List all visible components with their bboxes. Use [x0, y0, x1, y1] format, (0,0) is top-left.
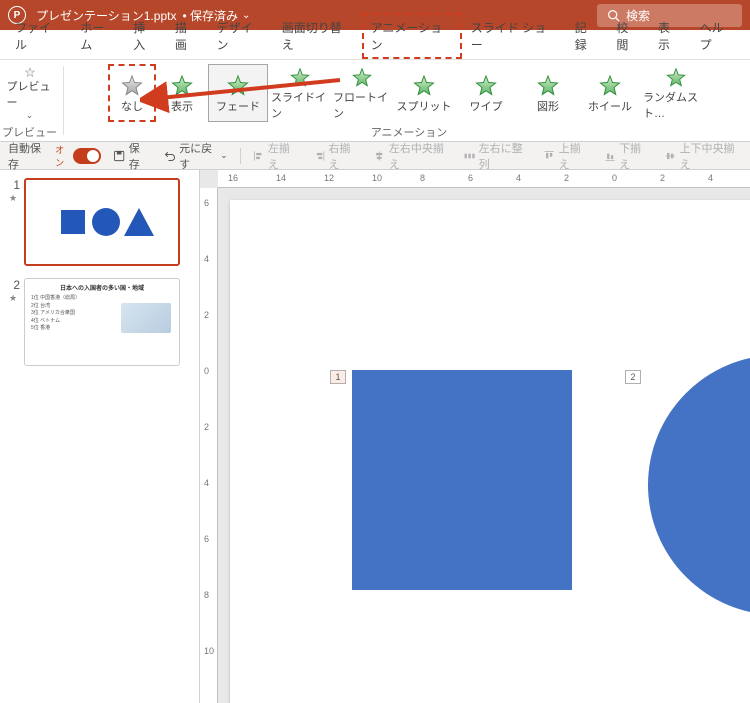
shape-square[interactable] — [352, 370, 572, 590]
tab-design[interactable]: デザイン — [208, 13, 273, 59]
align-center-v-button: 上下中央揃え — [660, 138, 742, 174]
animation-wipe-label: ワイプ — [470, 98, 503, 114]
animation-group-label: アニメーション — [371, 122, 448, 140]
vertical-ruler: 6420246810 — [200, 188, 218, 703]
align-bottom-icon — [604, 149, 616, 163]
align-top-icon — [543, 149, 555, 163]
align-center-h-button: 左右中央揃え — [369, 138, 451, 174]
tab-draw[interactable]: 描画 — [166, 13, 208, 59]
animation-slidein-label: スライドイン — [271, 89, 329, 121]
thumb-number: 1 — [6, 178, 20, 192]
star-icon — [226, 74, 250, 98]
slide-canvas[interactable]: 1 2 — [230, 200, 750, 703]
undo-button[interactable]: 元に戻す ⌄ — [160, 138, 232, 174]
animation-wipe-button[interactable]: ワイプ — [456, 64, 516, 122]
animation-fade-label: フェード — [216, 98, 260, 114]
separator — [240, 148, 241, 164]
tab-home[interactable]: ホーム — [71, 13, 124, 59]
main-area: 1 ★ 2 ★ 日本への入国者の多い国・地域 1位 中国香港（総局）2位 台湾3… — [0, 170, 750, 703]
animation-appear-label: 表示 — [171, 98, 193, 114]
align-center-h-icon — [373, 149, 385, 163]
autosave-on-label: オン — [55, 143, 71, 169]
animation-none-button[interactable]: なし — [108, 64, 156, 122]
animation-wheel-label: ホイール — [588, 98, 632, 114]
animation-wheel-button[interactable]: ホイール — [580, 64, 640, 122]
star-icon — [412, 74, 436, 98]
align-right-button: 右揃え — [309, 138, 361, 174]
canvas-area: 161412108642024 6420246810 1 2 — [200, 170, 750, 703]
align-distribute-h-button: 左右に整列 — [459, 138, 531, 174]
align-right-icon — [313, 149, 325, 163]
animation-randombars-label: ランダムスト… — [643, 89, 709, 121]
slide-thumbnail-1[interactable] — [24, 178, 180, 266]
tab-slideshow[interactable]: スライド ショー — [462, 13, 566, 59]
animation-fade-button[interactable]: フェード — [208, 64, 268, 122]
star-icon — [536, 74, 560, 98]
tab-review[interactable]: 校閲 — [607, 13, 649, 59]
tab-file[interactable]: ファイル — [6, 13, 71, 59]
animation-shape-label: 図形 — [537, 98, 559, 114]
animation-tag-2[interactable]: 2 — [625, 370, 641, 384]
align-center-v-icon — [664, 149, 676, 163]
chevron-down-icon: ⌄ — [26, 110, 34, 121]
star-icon — [288, 67, 312, 89]
animation-floatin-button[interactable]: フロートイン — [332, 64, 392, 122]
quickbar: 自動保存 オン 保存 元に戻す ⌄ 左揃え 右揃え 左右中央揃え 左右に整列 上… — [0, 142, 750, 170]
align-top-button: 上揃え — [539, 138, 591, 174]
star-icon — [598, 74, 622, 98]
tab-record[interactable]: 記録 — [566, 13, 608, 59]
slide-thumbnail-2[interactable]: 日本への入国者の多い国・地域 1位 中国香港（総局）2位 台湾3位 アメリカ合衆… — [24, 278, 180, 366]
animation-split-label: スプリット — [397, 98, 452, 114]
star-icon — [18, 67, 42, 78]
align-bottom-button: 下揃え — [600, 138, 652, 174]
ribbon-tabs: ファイル ホーム 挿入 描画 デザイン 画面切り替え アニメーション スライド … — [0, 30, 750, 60]
undo-icon — [164, 149, 176, 163]
star-icon — [350, 67, 374, 89]
star-icon — [474, 74, 498, 98]
animation-none-label: なし — [121, 98, 143, 114]
animation-slidein-button[interactable]: スライドイン — [270, 64, 330, 122]
preview-group-label: プレビュー — [2, 122, 57, 140]
animation-star-icon: ★ — [9, 293, 17, 304]
star-icon — [664, 67, 688, 89]
tab-view[interactable]: 表示 — [649, 13, 691, 59]
star-icon — [120, 74, 144, 98]
ribbon: プレビュー ⌄ プレビュー なし 表示 フェード スライドイン — [0, 60, 750, 142]
thumb-number: 2 — [6, 278, 20, 292]
animation-tag-1[interactable]: 1 — [330, 370, 346, 384]
save-label: 保存 — [129, 140, 148, 172]
distribute-h-icon — [463, 149, 475, 163]
shape-circle[interactable] — [648, 355, 750, 615]
separator — [63, 66, 64, 135]
autosave-toggle[interactable] — [73, 148, 101, 164]
preview-label: プレビュー — [7, 78, 53, 110]
animation-star-icon: ★ — [9, 193, 17, 204]
animation-shape-button[interactable]: 図形 — [518, 64, 578, 122]
preview-button[interactable]: プレビュー ⌄ — [6, 64, 54, 122]
horizontal-ruler: 161412108642024 — [218, 170, 750, 188]
tab-transitions[interactable]: 画面切り替え — [273, 13, 362, 59]
autosave-label: 自動保存 — [8, 140, 47, 172]
animation-split-button[interactable]: スプリット — [394, 64, 454, 122]
slide-thumbnails: 1 ★ 2 ★ 日本への入国者の多い国・地域 1位 中国香港（総局）2位 台湾3… — [0, 170, 200, 703]
align-left-button: 左揃え — [249, 138, 301, 174]
tab-animations[interactable]: アニメーション — [362, 13, 462, 59]
save-icon — [113, 149, 125, 163]
animation-appear-button[interactable]: 表示 — [158, 64, 206, 122]
save-button[interactable]: 保存 — [109, 138, 152, 174]
animation-floatin-label: フロートイン — [333, 89, 391, 121]
star-icon — [170, 74, 194, 98]
tab-help[interactable]: ヘルプ — [691, 13, 744, 59]
animation-randombars-button[interactable]: ランダムスト… — [642, 64, 710, 122]
align-left-icon — [253, 149, 265, 163]
tab-insert[interactable]: 挿入 — [124, 13, 166, 59]
undo-label: 元に戻す — [179, 140, 217, 172]
